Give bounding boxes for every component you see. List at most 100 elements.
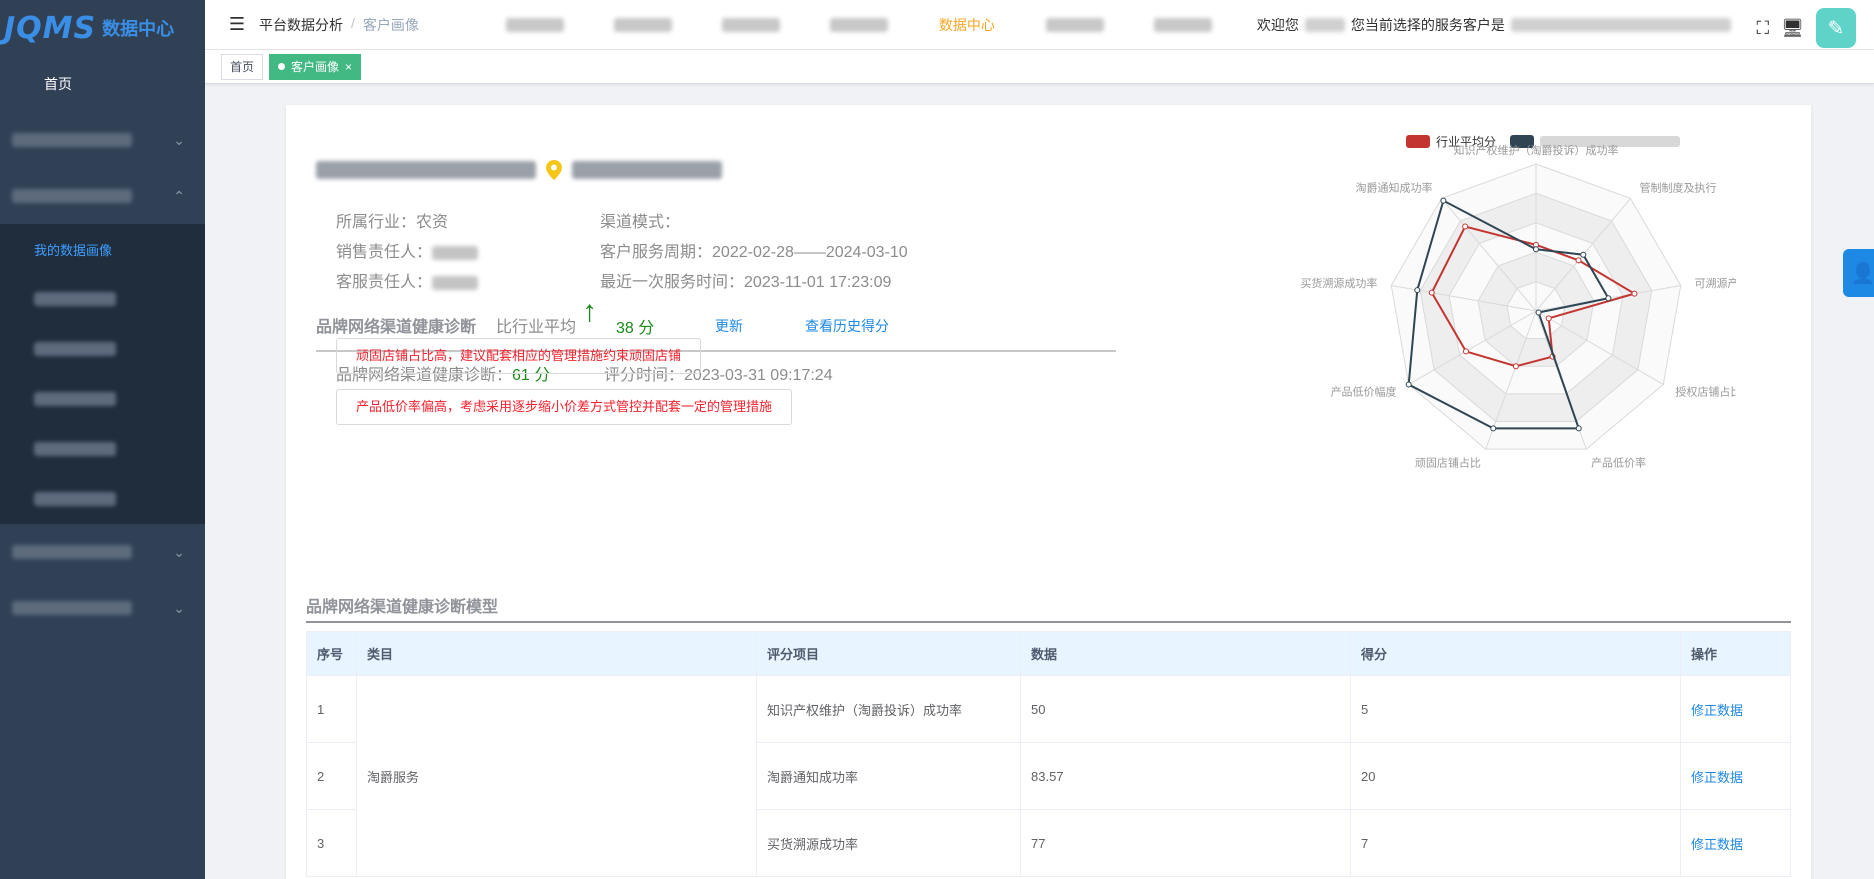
contact-user-icon[interactable]: 👤 <box>1843 249 1874 297</box>
location-pin-icon <box>546 160 562 180</box>
compare-label: 比行业平均 <box>496 319 577 336</box>
topnav-item[interactable] <box>1129 15 1237 35</box>
sidebar-submenu: 我的数据画像 <box>0 224 205 524</box>
sidebar-subitem-4[interactable] <box>0 374 205 424</box>
divider <box>306 621 1791 623</box>
tag-customer-portrait[interactable]: 客户画像 × <box>269 53 362 80</box>
chevron-up-icon: ⌃ <box>173 187 185 204</box>
radar-point[interactable] <box>1605 295 1612 302</box>
close-icon[interactable]: × <box>345 55 352 79</box>
radar-indicator-label: 淘爵通知成功率 <box>1356 181 1433 195</box>
cell-data: 77 <box>1020 809 1351 877</box>
radar-chart: 行业平均分 知识产权维护（淘爵投诉）成功率管制制度及执行可溯源产品占比授权店铺占… <box>1300 135 1736 469</box>
chevron-down-icon: ⌄ <box>173 543 185 560</box>
radar-point[interactable] <box>1535 309 1542 316</box>
topnav-item-data-center[interactable]: 数据中心 <box>913 15 1021 35</box>
radar-indicator-label: 管制制度及执行 <box>1639 181 1716 195</box>
cell-no: 2 <box>306 742 357 810</box>
cell-no: 1 <box>306 675 357 743</box>
cell-no: 3 <box>306 809 357 877</box>
chevron-down-icon: ⌄ <box>173 599 185 616</box>
table-header-row: 序号 类目 评分项目 数据 得分 操作 <box>306 631 1791 676</box>
avatar[interactable]: ✎ <box>1816 8 1856 48</box>
cell-item: 买货溯源成功率 <box>756 809 1021 877</box>
fullscreen-icon[interactable]: ⛶ <box>1757 18 1770 39</box>
radar-point[interactable] <box>1414 287 1421 294</box>
diagnosis-title: 品牌网络渠道健康诊断 <box>316 319 477 336</box>
logo-subtitle: 数据中心 <box>102 19 175 39</box>
radar-point[interactable] <box>1512 363 1519 370</box>
fix-data-link[interactable]: 修正数据 <box>1680 809 1791 877</box>
customer-portrait-card: 所属行业：农资 渠道模式： 销售责任人： 客户服务周期：2022-02-28——… <box>286 105 1811 879</box>
service-period-info: 客户服务周期：2022-02-28——2024-03-10 <box>600 244 908 261</box>
radar-point[interactable] <box>1405 381 1412 388</box>
cell-data: 50 <box>1020 675 1351 743</box>
channel-info: 渠道模式： <box>600 214 681 231</box>
sidebar-subitem-3[interactable] <box>0 324 205 374</box>
update-link[interactable]: 更新 <box>715 316 743 336</box>
breadcrumb-current: 客户画像 <box>362 16 419 33</box>
cell-data: 83.57 <box>1020 742 1351 810</box>
topnav-item[interactable] <box>697 15 805 35</box>
radar-point[interactable] <box>1580 251 1587 258</box>
breadcrumb-item[interactable]: 平台数据分析 <box>259 15 343 35</box>
chevron-down-icon: ⌄ <box>173 131 185 148</box>
topnav-item[interactable] <box>805 15 913 35</box>
radar-point[interactable] <box>1490 425 1497 432</box>
sidebar-subitem-6[interactable] <box>0 474 205 524</box>
cell-score: 7 <box>1350 809 1681 877</box>
radar-point[interactable] <box>1575 257 1582 264</box>
warning-message: 顽固店铺占比高，建议配套相应的管理措施约束顽固店铺 <box>336 338 702 374</box>
radar-indicator-label: 授权店铺占比 <box>1675 385 1736 399</box>
radar-indicator-label: 知识产权维护（淘爵投诉）成功率 <box>1454 143 1619 157</box>
top-nav: 数据中心 <box>481 15 1237 35</box>
radar-point[interactable] <box>1631 290 1638 297</box>
legend-swatch[interactable] <box>1406 135 1430 148</box>
hamburger-icon[interactable]: ☰ <box>217 14 257 35</box>
column-header: 序号 <box>306 631 357 676</box>
topnav-item[interactable] <box>589 15 697 35</box>
topnav-item[interactable] <box>481 15 589 35</box>
sidebar-subitem-5[interactable] <box>0 424 205 474</box>
cs-owner-info: 客服责任人： <box>336 268 479 292</box>
sidebar-subitem-2[interactable] <box>0 274 205 324</box>
sidebar-item-home[interactable]: 首页 <box>0 56 205 112</box>
model-table: 序号 类目 评分项目 数据 得分 操作 1 淘爵服务 知识产权维护（淘爵投诉）成… <box>306 631 1791 877</box>
sidebar-group-3[interactable]: ⌄ <box>0 524 205 580</box>
radar-point[interactable] <box>1428 289 1435 296</box>
radar-point[interactable] <box>1462 223 1469 230</box>
radar-point[interactable] <box>1440 197 1447 204</box>
monitor-icon[interactable]: 🖥 <box>1781 18 1804 39</box>
radar-indicator-label: 产品低价幅度 <box>1331 385 1397 399</box>
top-header: ☰ 平台数据分析 / 客户画像 数据中心 欢迎您 您当前选择的服务客户是 ⛶ 🖥… <box>205 0 1874 50</box>
last-service-info: 最近一次服务时间：2023-11-01 17:23:09 <box>600 274 892 291</box>
fix-data-link[interactable]: 修正数据 <box>1680 742 1791 810</box>
column-header: 数据 <box>1020 631 1351 676</box>
logo-text: JQMS <box>4 10 97 46</box>
sales-owner-info: 销售责任人： <box>336 238 479 262</box>
topnav-item[interactable] <box>1021 15 1129 35</box>
cell-score: 20 <box>1350 742 1681 810</box>
sidebar-group-4[interactable]: ⌄ <box>0 580 205 636</box>
radar-point[interactable] <box>1545 315 1552 322</box>
radar-point[interactable] <box>1533 246 1539 253</box>
history-score-link[interactable]: 查看历史得分 <box>805 316 889 336</box>
column-header: 类目 <box>356 631 757 676</box>
radar-point[interactable] <box>1575 425 1582 432</box>
arrow-up-icon: ↑ <box>582 295 597 328</box>
header-icons: ⛶ 🖥 ✎ <box>1757 8 1856 48</box>
table-row: 1 淘爵服务 知识产权维护（淘爵投诉）成功率 50 5 修正数据 <box>306 675 1791 877</box>
cell-item: 淘爵通知成功率 <box>756 742 1021 810</box>
sidebar-group-2[interactable]: ⌃ <box>0 168 205 224</box>
tag-home[interactable]: 首页 <box>221 53 264 80</box>
sidebar: JQMS 数据中心 首页 ⌄ ⌃ 我的数据画像 ⌄ ⌄ <box>0 0 205 879</box>
sidebar-group-1[interactable]: ⌄ <box>0 112 205 168</box>
radar-indicator-label: 产品低价率 <box>1591 455 1646 469</box>
column-header: 操作 <box>1680 631 1791 676</box>
sidebar-item-my-data-portrait[interactable]: 我的数据画像 <box>0 224 205 274</box>
cell-score: 5 <box>1350 675 1681 743</box>
fix-data-link[interactable]: 修正数据 <box>1680 675 1791 743</box>
radar-point[interactable] <box>1462 348 1469 355</box>
industry-info: 所属行业：农资 <box>336 214 449 231</box>
active-dot-icon <box>278 63 286 70</box>
